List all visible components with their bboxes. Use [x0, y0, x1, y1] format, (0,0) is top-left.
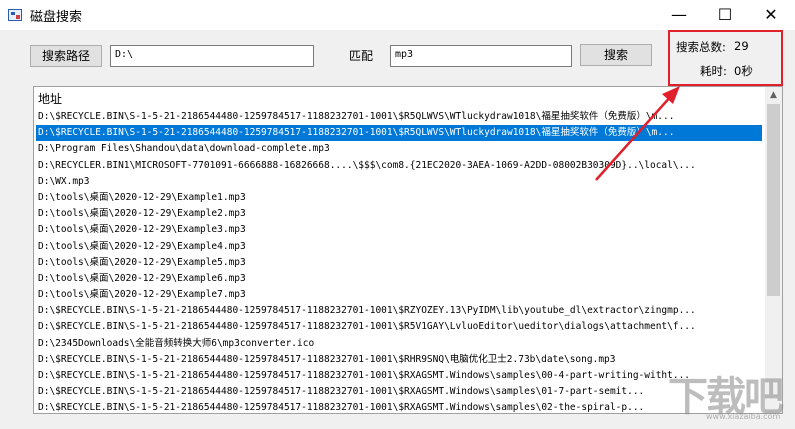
scroll-thumb[interactable] [767, 104, 780, 296]
list-item[interactable]: D:\Program Files\Shandou\data\download-c… [36, 141, 762, 157]
list-item[interactable]: D:\tools\桌面\2020-12-29\Example7.mp3 [36, 287, 762, 303]
list-item[interactable]: D:\tools\桌面\2020-12-29\Example4.mp3 [36, 239, 762, 255]
scroll-up-icon[interactable]: ▲ [765, 87, 782, 104]
list-item[interactable]: D:\$RECYCLE.BIN\S-1-5-21-2186544480-1259… [36, 109, 762, 125]
list-item[interactable]: D:\2345Downloads\全能音频转换大师6\mp3converter.… [36, 336, 762, 352]
list-header-address: 地址 [38, 92, 63, 106]
list-item[interactable]: D:\WX.mp3 [36, 174, 762, 190]
search-button[interactable]: 搜索 [580, 44, 652, 66]
watermark-url: www.xiazaiba.com [706, 412, 781, 421]
path-input[interactable]: D:\ [110, 45, 314, 67]
list-item[interactable]: D:\tools\桌面\2020-12-29\Example5.mp3 [36, 255, 762, 271]
title-bar: 磁盘搜索 — ☐ ✕ [0, 0, 795, 30]
match-label: 匹配 [349, 49, 374, 63]
list-item[interactable]: D:\RECYCLER.BIN1\MICROSOFT-7701091-66668… [36, 158, 762, 174]
list-item[interactable]: D:\$RECYCLE.BIN\S-1-5-21-2186544480-1259… [36, 125, 762, 142]
list-item[interactable]: D:\$RECYCLE.BIN\S-1-5-21-2186544480-1259… [36, 303, 762, 319]
close-button[interactable]: ✕ [748, 0, 794, 30]
list-item[interactable]: D:\$RECYCLE.BIN\S-1-5-21-2186544480-1259… [36, 384, 762, 400]
search-path-button[interactable]: 搜索路径 [30, 45, 102, 67]
list-item[interactable]: D:\tools\桌面\2020-12-29\Example1.mp3 [36, 190, 762, 206]
list-item[interactable]: D:\$RECYCLE.BIN\S-1-5-21-2186544480-1259… [36, 319, 762, 335]
results-rows: D:\$RECYCLE.BIN\S-1-5-21-2186544480-1259… [36, 109, 762, 413]
maximize-button[interactable]: ☐ [702, 0, 748, 30]
list-item[interactable]: D:\$RECYCLE.BIN\S-1-5-21-2186544480-1259… [36, 352, 762, 368]
list-item[interactable]: D:\tools\桌面\2020-12-29\Example2.mp3 [36, 206, 762, 222]
list-item[interactable]: D:\$RECYCLE.BIN\S-1-5-21-2186544480-1259… [36, 368, 762, 384]
list-item[interactable]: D:\tools\桌面\2020-12-29\Example6.mp3 [36, 271, 762, 287]
list-item[interactable]: D:\$RECYCLE.BIN\S-1-5-21-2186544480-1259… [36, 400, 762, 413]
minimize-button[interactable]: — [656, 0, 702, 30]
match-input[interactable]: mp3 [390, 45, 572, 67]
list-item[interactable]: D:\tools\桌面\2020-12-29\Example3.mp3 [36, 222, 762, 238]
watermark: 下载吧 www.xiazaiba.com [666, 362, 794, 426]
app-icon [8, 9, 22, 21]
stats-highlight-box [668, 30, 783, 86]
window-title: 磁盘搜索 [30, 10, 83, 25]
